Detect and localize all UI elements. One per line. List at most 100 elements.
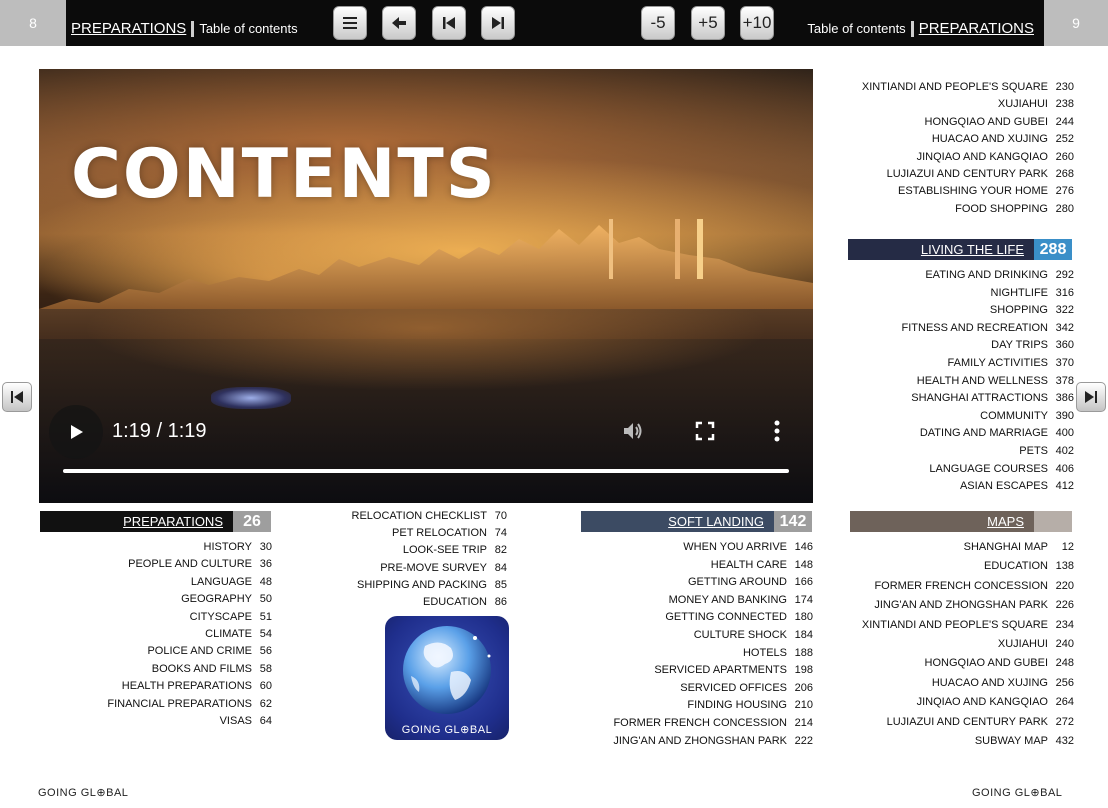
toc-entry[interactable]: XUJIAHUI 238	[998, 98, 1074, 110]
toc-entry[interactable]: JINQIAO AND KANGQIAO 264	[917, 696, 1074, 708]
toc-entry[interactable]: SHANGHAI MAP 12	[964, 541, 1074, 553]
toc-entry[interactable]: XUJIAHUI 240	[998, 638, 1074, 650]
toc-entry[interactable]: HUACAO AND XUJING 256	[932, 677, 1074, 689]
toc-entry[interactable]: JING'AN AND ZHONGSHAN PARK 226	[874, 599, 1074, 611]
section-label[interactable]: SOFT LANDING	[581, 511, 774, 532]
first-page-button[interactable]	[432, 6, 466, 40]
toc-entry[interactable]: EDUCATION 86	[423, 596, 507, 608]
toc-entry[interactable]: CITYSCAPE 51	[190, 611, 272, 623]
menu-button[interactable]	[333, 6, 367, 40]
section-header-preparations[interactable]: PREPARATIONS 26	[40, 511, 271, 532]
minus-5-button[interactable]: -5	[641, 6, 675, 40]
toc-entry[interactable]: HEALTH AND WELLNESS 378	[917, 375, 1074, 387]
toc-entry[interactable]: GETTING CONNECTED 180	[665, 611, 813, 623]
toc-entry[interactable]: LANGUAGE COURSES 406	[929, 463, 1074, 475]
toc-entry-page: 390	[1055, 409, 1074, 422]
toc-entry[interactable]: FOOD SHOPPING 280	[955, 203, 1074, 215]
toc-entry[interactable]: JING'AN AND ZHONGSHAN PARK 222	[613, 735, 813, 747]
toc-entry[interactable]: SERVICED APARTMENTS 198	[654, 664, 813, 676]
toc-entry[interactable]: FINANCIAL PREPARATIONS 62	[107, 698, 272, 710]
toc-entry[interactable]: LUJIAZUI AND CENTURY PARK 268	[887, 168, 1074, 180]
toc-entry[interactable]: LUJIAZUI AND CENTURY PARK 272	[887, 716, 1074, 728]
prev-page-side-button[interactable]	[2, 382, 32, 412]
plus-5-button[interactable]: +5	[691, 6, 725, 40]
toc-entry-title: XINTIANDI AND PEOPLE'S SQUARE	[861, 81, 1048, 93]
toc-entry-page: 272	[1055, 715, 1074, 728]
toc-entry-title: HEALTH CARE	[710, 558, 787, 571]
toc-entry[interactable]: PETS 402	[1019, 445, 1074, 457]
toc-entry[interactable]: HISTORY 30	[204, 541, 273, 553]
toc-entry[interactable]: BOOKS AND FILMS 58	[152, 663, 272, 675]
toc-entry[interactable]: VISAS 64	[220, 715, 272, 727]
toc-entry[interactable]: HOTELS 188	[743, 647, 813, 659]
toc-entry[interactable]: SERVICED OFFICES 206	[680, 682, 813, 694]
toc-entry[interactable]: FITNESS AND RECREATION 342	[902, 322, 1074, 334]
toc-entry[interactable]: FORMER FRENCH CONCESSION 220	[874, 580, 1074, 592]
video-progress-bar[interactable]	[63, 469, 789, 473]
plus-10-button[interactable]: +10	[740, 6, 774, 40]
toc-entry-page: 276	[1055, 185, 1074, 198]
toc-entry[interactable]: DAY TRIPS 360	[991, 339, 1074, 351]
section-label[interactable]: MAPS	[850, 511, 1034, 532]
section-label[interactable]: PREPARATIONS	[40, 511, 233, 532]
toc-entry-page: 74	[494, 527, 507, 540]
section-header-maps[interactable]: MAPS	[850, 511, 1072, 532]
toc-entry[interactable]: COMMUNITY 390	[980, 410, 1074, 422]
back-button[interactable]	[382, 6, 416, 40]
fullscreen-icon[interactable]	[695, 421, 715, 441]
toc-entry-page: 244	[1055, 115, 1074, 128]
section-header-living-the-life[interactable]: LIVING THE LIFE 288	[848, 239, 1072, 260]
last-page-button[interactable]	[481, 6, 515, 40]
section-label[interactable]: LIVING THE LIFE	[848, 239, 1034, 260]
toc-entry[interactable]: PEOPLE AND CULTURE 36	[128, 558, 272, 570]
more-options-icon[interactable]	[773, 419, 781, 443]
toc-entry[interactable]: SHIPPING AND PACKING 85	[357, 579, 507, 591]
toc-entry-page: 322	[1055, 304, 1074, 317]
toc-entry[interactable]: ESTABLISHING YOUR HOME 276	[898, 185, 1074, 197]
toc-entry[interactable]: DATING AND MARRIAGE 400	[920, 427, 1074, 439]
toc-entry[interactable]: HEALTH PREPARATIONS 60	[122, 680, 272, 692]
toc-entry[interactable]: XINTIANDI AND PEOPLE'S SQUARE 234	[862, 619, 1074, 631]
right-breadcrumb: Table of contents PREPARATIONS	[807, 20, 1034, 37]
toc-entry[interactable]: EDUCATION 138	[984, 560, 1074, 572]
toc-entry[interactable]: CLIMATE 54	[205, 628, 272, 640]
left-section-link[interactable]: PREPARATIONS	[71, 20, 186, 37]
section-header-soft-landing[interactable]: SOFT LANDING 142	[581, 511, 812, 532]
toc-entry[interactable]: HEALTH CARE 148	[711, 559, 813, 571]
toc-entry[interactable]: GETTING AROUND 166	[688, 576, 813, 588]
arrow-left-icon	[392, 17, 406, 29]
toc-entry[interactable]: LOOK-SEE TRIP 82	[403, 544, 507, 556]
toc-entry[interactable]: JINQIAO AND KANGQIAO 260	[917, 151, 1074, 163]
toc-entry-page: 378	[1055, 374, 1074, 387]
toc-entry[interactable]: FORMER FRENCH CONCESSION 214	[613, 717, 813, 729]
toc-entry[interactable]: NIGHTLIFE 316	[991, 287, 1074, 299]
toc-entry[interactable]: WHEN YOU ARRIVE 146	[683, 541, 813, 553]
toc-entry[interactable]: FAMILY ACTIVITIES 370	[948, 357, 1074, 369]
toc-entry[interactable]: PRE-MOVE SURVEY 84	[380, 562, 507, 574]
video-player[interactable]: CONTENTS 1:19 / 1:19	[39, 69, 813, 503]
volume-icon[interactable]	[621, 419, 645, 443]
toc-entry[interactable]: SHANGHAI ATTRACTIONS 386	[911, 392, 1074, 404]
toc-entry[interactable]: POLICE AND CRIME 56	[147, 645, 272, 657]
toc-entry[interactable]: SUBWAY MAP 432	[975, 735, 1074, 747]
toc-entry[interactable]: EATING AND DRINKING 292	[925, 269, 1074, 281]
toc-entry[interactable]: CULTURE SHOCK 184	[694, 629, 813, 641]
right-section-link[interactable]: PREPARATIONS	[919, 20, 1034, 37]
toc-entry[interactable]: HUACAO AND XUJING 252	[932, 133, 1074, 145]
toc-entry-title: FINDING HOUSING	[687, 699, 787, 712]
toc-entry[interactable]: HONGQIAO AND GUBEI 248	[925, 657, 1074, 669]
toc-entry[interactable]: LANGUAGE 48	[191, 576, 272, 588]
toc-entry[interactable]: GEOGRAPHY 50	[181, 593, 272, 605]
toc-entry[interactable]: XINTIANDI AND PEOPLE'S SQUARE 230	[862, 81, 1074, 93]
toc-entry[interactable]: PET RELOCATION 74	[392, 527, 507, 539]
toc-entry[interactable]: RELOCATION CHECKLIST 70	[352, 510, 508, 522]
toc-entry[interactable]: ASIAN ESCAPES 412	[960, 480, 1074, 492]
toc-entry[interactable]: FINDING HOUSING 210	[687, 699, 813, 711]
toc-entry-title: EATING AND DRINKING	[925, 269, 1048, 281]
toc-entry[interactable]: MONEY AND BANKING 174	[669, 594, 813, 606]
play-button[interactable]	[49, 405, 103, 459]
next-page-side-button[interactable]	[1076, 382, 1106, 412]
toc-entry[interactable]: HONGQIAO AND GUBEI 244	[925, 116, 1074, 128]
boat-light-graphic	[211, 387, 291, 409]
toc-entry[interactable]: SHOPPING 322	[990, 304, 1074, 316]
